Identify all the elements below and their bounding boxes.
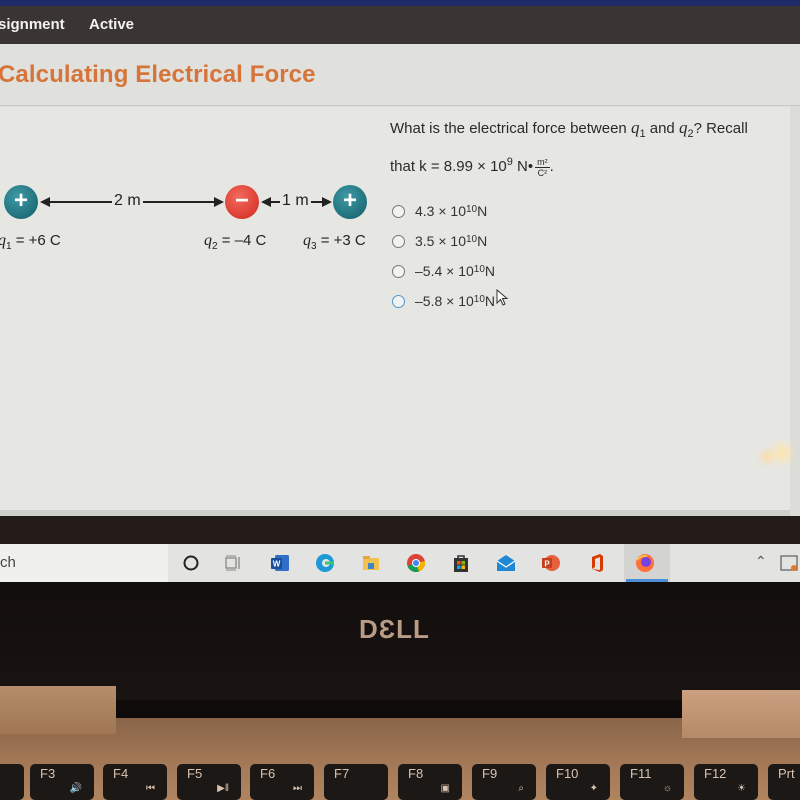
hinge-right: [682, 690, 800, 738]
unit-fraction: m² C²: [535, 156, 550, 178]
store-icon[interactable]: [450, 552, 472, 574]
key-f11[interactable]: F11 ☼: [620, 764, 684, 800]
answer-option-4[interactable]: –5.8 × 10 10 N: [392, 286, 495, 316]
play-pause-icon: ▶‖: [217, 783, 229, 794]
key-f8[interactable]: F8 ▣: [398, 764, 462, 800]
brightness-down-icon: ☼: [662, 783, 672, 794]
keyboard-backlight-icon: ✦: [589, 783, 598, 794]
key-f7[interactable]: F7: [324, 764, 388, 800]
dell-logo: DƐLL: [359, 614, 430, 644]
laptop-bezel: [0, 582, 800, 712]
key-f4[interactable]: F4 ⏮: [103, 764, 167, 800]
charge-label-q1: q1 = +6 C: [0, 232, 61, 252]
screen-bezel-gap: [0, 516, 800, 544]
windows-taskbar: ch W P ⌃: [0, 544, 800, 582]
volume-icon: 🔊: [69, 783, 82, 794]
charge-label-q2: q2 = –4 C: [204, 232, 267, 252]
radio-button[interactable]: [392, 264, 405, 278]
laptop-hinge: [116, 700, 682, 718]
task-view-icon[interactable]: [222, 552, 244, 574]
display-switch-icon: ▣: [440, 783, 450, 794]
edge-icon[interactable]: [314, 552, 336, 574]
key-f10[interactable]: F10 ✦: [546, 764, 610, 800]
key-f2[interactable]: [0, 764, 24, 800]
powerpoint-icon[interactable]: P: [540, 552, 562, 574]
title-bar: Calculating Electrical Force: [0, 44, 800, 106]
next-track-icon: ⏭: [293, 783, 302, 794]
question-text: What is the electrical force between q1 …: [390, 114, 780, 181]
light-glare: [767, 438, 797, 468]
hinge-left: [0, 686, 116, 734]
radio-button[interactable]: [392, 294, 405, 308]
mouse-cursor-icon: [496, 289, 509, 306]
distance-label-q1-q2: 2 m: [112, 192, 143, 210]
answer-option-3[interactable]: –5.4 × 10 10 N: [392, 256, 495, 286]
brightness-up-icon: ☀: [737, 783, 746, 794]
answer-option-2[interactable]: 3.5 × 10 10 N: [392, 226, 495, 256]
firefox-icon[interactable]: [634, 552, 656, 574]
charge-q1: +: [4, 185, 38, 219]
photo-scene: signment Active Calculating Electrical F…: [0, 0, 800, 800]
charge-q2: −: [225, 185, 259, 219]
key-f5[interactable]: F5 ▶‖: [177, 764, 241, 800]
file-explorer-icon[interactable]: [360, 552, 382, 574]
nav-active-status[interactable]: Active: [89, 16, 134, 33]
question-line-1: What is the electrical force between q1 …: [390, 118, 748, 140]
previous-track-icon: ⏮: [146, 783, 155, 794]
key-f9[interactable]: F9 ⌕: [472, 764, 536, 800]
chrome-icon[interactable]: [405, 552, 427, 574]
charge-label-q3: q3 = +3 C: [303, 232, 366, 252]
svg-text:W: W: [273, 560, 281, 569]
arrow-right-head: [322, 197, 332, 207]
key-f6[interactable]: F6 ⏭: [250, 764, 314, 800]
question-line-2: that k = 8.99 × 109 N• m² C².: [390, 156, 554, 178]
search-text: ch: [0, 554, 16, 571]
answer-options: 4.3 × 10 10 N 3.5 × 10 10 N –5.4 × 10 10 N …: [392, 196, 495, 316]
key-f3[interactable]: F3 🔊: [30, 764, 94, 800]
word-icon[interactable]: W: [269, 552, 291, 574]
key-f12[interactable]: F12 ☀: [694, 764, 758, 800]
screen: signment Active Calculating Electrical F…: [0, 0, 800, 520]
cortana-icon[interactable]: [180, 552, 202, 574]
answer-option-1[interactable]: 4.3 × 10 10 N: [392, 196, 495, 226]
taskbar-search-box[interactable]: ch: [0, 544, 168, 582]
radio-button[interactable]: [392, 204, 405, 218]
radio-button[interactable]: [392, 234, 405, 248]
svg-text:P: P: [544, 560, 550, 569]
nav-assignment[interactable]: signment: [0, 16, 65, 33]
mail-icon[interactable]: [495, 552, 517, 574]
arrow-right-head: [214, 197, 224, 207]
page-title: Calculating Electrical Force: [0, 61, 316, 88]
show-hidden-icons-chevron[interactable]: ⌃: [755, 553, 767, 570]
distance-label-q2-q3: 1 m: [280, 192, 311, 210]
search-icon: ⌕: [518, 783, 524, 794]
notification-icon[interactable]: [778, 552, 800, 574]
course-navbar: signment Active: [0, 6, 800, 44]
office-icon[interactable]: [586, 552, 608, 574]
charge-q3: +: [333, 185, 367, 219]
key-prtscr[interactable]: Prt: [768, 764, 800, 800]
